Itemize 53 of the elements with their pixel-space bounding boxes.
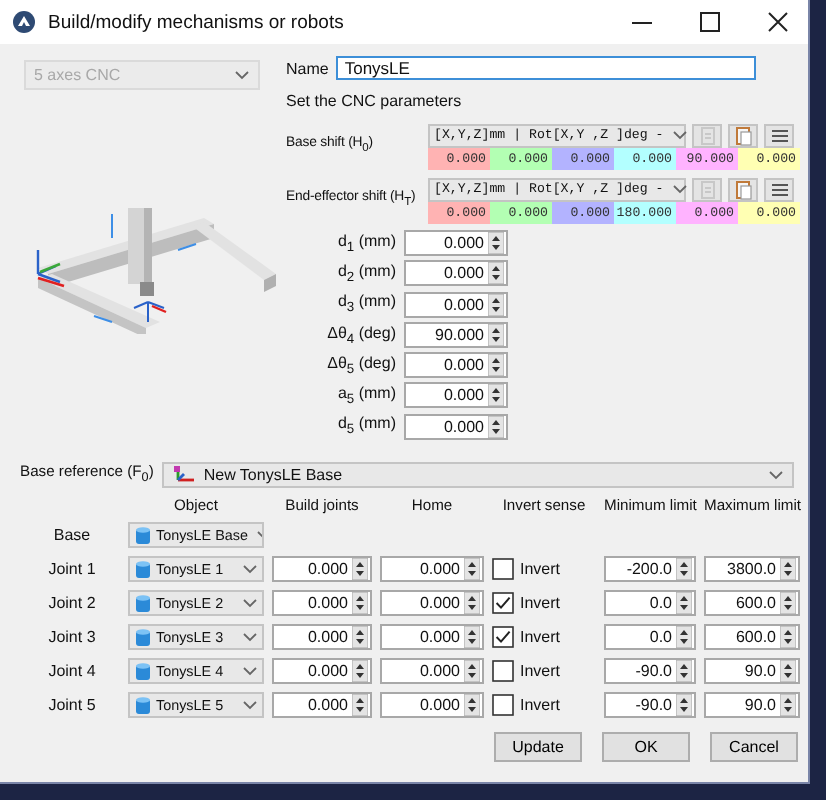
parameter-label: Δθ$_{5}$ (deg) — [325, 353, 396, 377]
spin-box[interactable]: 0.000 — [404, 413, 508, 440]
spin-box[interactable]: 0.000 — [380, 556, 484, 582]
spin-box[interactable]: 0.000 — [404, 382, 508, 409]
instructions-text: Set the CNC parameters — [286, 92, 464, 114]
parameter-label: d$_{5}$ (mm) — [335, 414, 396, 439]
spin-box[interactable]: 0.000 — [272, 692, 372, 718]
spin-box[interactable]: 0.0 — [604, 590, 696, 616]
parameter-label: d$_{2}$ (mm) — [335, 262, 396, 286]
checkbox-label: Invert — [520, 662, 561, 680]
spin-box[interactable]: 0.000 — [380, 692, 484, 718]
dialog-button[interactable]: Cancel — [710, 732, 798, 762]
spin-box[interactable]: 600.0 — [704, 590, 800, 616]
base-reference-dropdown[interactable]: New TonysLE Base — [161, 461, 794, 487]
spin-box[interactable]: 0.000 — [380, 658, 484, 684]
name-field[interactable]: TonysLE — [336, 56, 757, 80]
dialog-button[interactable]: OK — [602, 732, 690, 762]
spin-box[interactable]: 0.000 — [272, 658, 372, 684]
spin-box[interactable]: 90.000 — [404, 321, 508, 348]
spin-box[interactable]: 0.000 — [380, 624, 484, 650]
spin-box[interactable]: -90.0 — [604, 692, 696, 718]
dialog-button[interactable]: Update — [494, 732, 582, 762]
parameter-label: d$_{3}$ (mm) — [335, 292, 396, 316]
spin-box[interactable]: -200.0 — [604, 556, 696, 582]
spin-box[interactable]: 0.000 — [272, 624, 372, 650]
spin-box[interactable]: 0.000 — [404, 230, 508, 256]
row-label: Joint 3 — [46, 628, 98, 646]
spin-box[interactable]: 3800.0 — [704, 556, 800, 582]
spin-box[interactable]: 0.000 — [272, 556, 372, 582]
row-label: Joint 5 — [46, 696, 98, 714]
spin-box[interactable]: 0.000 — [272, 590, 372, 616]
checkbox-label: Invert — [520, 628, 561, 646]
spin-box[interactable]: 0.000 — [380, 590, 484, 616]
window-title: Build/modify mechanisms or robots — [48, 11, 344, 33]
spin-box[interactable]: 0.000 — [404, 352, 508, 379]
row-label: Joint 4 — [46, 662, 98, 680]
row-label: Base — [51, 526, 93, 544]
spin-box[interactable]: 0.000 — [404, 291, 508, 318]
spin-box[interactable]: 0.0 — [604, 624, 696, 650]
name-label: Name — [286, 59, 329, 77]
checkbox-label: Invert — [520, 696, 561, 714]
row-label: Joint 2 — [46, 594, 98, 612]
spin-box[interactable]: 0.000 — [404, 260, 508, 287]
parameter-label: a$_{5}$ (mm) — [335, 384, 396, 408]
spin-box[interactable]: 600.0 — [704, 624, 800, 650]
parameter-label: d$_{1}$ (mm) — [335, 231, 396, 255]
checkbox-label: Invert — [520, 594, 561, 612]
checkbox-label: Invert — [520, 560, 561, 578]
spin-box[interactable]: -90.0 — [604, 658, 696, 684]
spin-box[interactable]: 90.0 — [704, 692, 800, 718]
row-label: Joint 1 — [46, 560, 98, 578]
spin-box[interactable]: 90.0 — [704, 658, 800, 684]
parameter-label: Δθ$_{4}$ (deg) — [325, 323, 396, 347]
